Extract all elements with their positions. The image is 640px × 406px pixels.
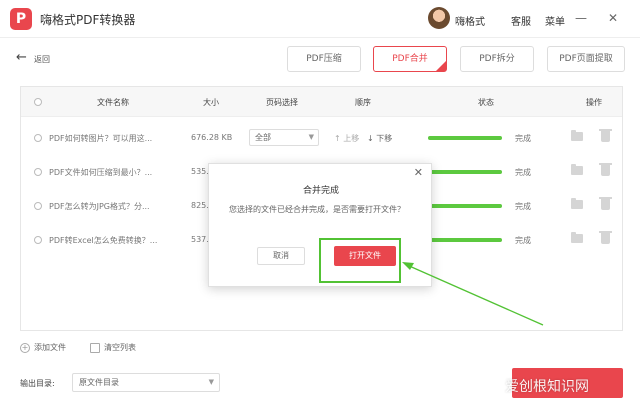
folder-icon[interactable] <box>571 130 583 141</box>
status-text: 完成 <box>515 134 531 143</box>
file-name: PDF如何转图片？可以用这... <box>49 134 153 143</box>
row-radio[interactable] <box>34 202 42 210</box>
row-radio[interactable] <box>34 134 42 142</box>
page-range-value: 全部 <box>255 133 271 142</box>
user-name[interactable]: 嗨格式 <box>455 13 485 28</box>
header-order: 顺序 <box>355 98 371 107</box>
tab-pdf-merge[interactable]: PDF合并 <box>373 46 447 72</box>
dialog-message: 您选择的文件已经合并完成，是否需要打开文件？ <box>229 205 405 214</box>
add-file-label: 添加文件 <box>34 343 66 352</box>
output-dir-select[interactable]: 原文件目录 ▼ <box>72 373 220 392</box>
customer-service-link[interactable]: 客服 <box>511 13 531 28</box>
tab-pdf-merge-label: PDF合并 <box>392 54 428 64</box>
tab-pdf-compress[interactable]: PDF压缩 <box>287 46 361 72</box>
output-dir-label: 输出目录: <box>20 379 55 388</box>
tab-pdf-page-extract[interactable]: PDF页面提取 <box>547 46 625 72</box>
folder-icon[interactable] <box>571 198 583 209</box>
file-name: PDF转Excel怎么免费转换？... <box>49 236 158 245</box>
table-header: 文件名称 大小 页码选择 顺序 状态 操作 <box>21 87 622 117</box>
move-down-button[interactable]: ↓ 下移 <box>367 133 392 144</box>
move-up-button[interactable]: ↑ 上移 <box>334 133 359 144</box>
clear-list-label: 清空列表 <box>104 343 136 352</box>
progress-fill <box>428 136 502 140</box>
menu-link[interactable]: 菜单 <box>545 13 565 28</box>
status-text: 完成 <box>515 236 531 245</box>
header-actions: 操作 <box>586 98 602 107</box>
output-dir-value: 原文件目录 <box>79 378 119 387</box>
file-name: PDF怎么转为JPG格式？分... <box>49 202 150 211</box>
row-radio[interactable] <box>34 168 42 176</box>
progress-bar <box>428 170 502 174</box>
back-label: 返回 <box>34 55 50 64</box>
progress-bar <box>428 136 502 140</box>
header-size: 大小 <box>203 98 219 107</box>
highlight-box <box>319 238 401 283</box>
page-range-select[interactable]: 全部 ▼ <box>249 129 319 146</box>
file-size: 825. <box>191 201 209 210</box>
progress-bar <box>428 238 502 242</box>
table-row: PDF如何转图片？可以用这... 676.28 KB 全部 ▼ ↑ 上移 ↓ 下… <box>21 121 622 155</box>
progress-bar <box>428 204 502 208</box>
status-text: 完成 <box>515 168 531 177</box>
title-bar: P 嗨格式PDF转换器 嗨格式 客服 菜单 — ✕ <box>0 0 640 38</box>
trash-icon <box>90 342 100 353</box>
add-file-button[interactable]: + 添加文件 <box>20 342 66 353</box>
progress-fill <box>428 170 502 174</box>
dialog-close-icon[interactable]: ✕ <box>414 166 423 179</box>
progress-fill <box>428 204 502 208</box>
active-corner-icon <box>436 61 446 71</box>
back-arrow-icon: ← <box>16 50 27 65</box>
app-title: 嗨格式PDF转换器 <box>40 13 136 27</box>
header-status: 状态 <box>478 98 494 107</box>
app-logo-icon: P <box>10 8 32 30</box>
trash-icon[interactable] <box>599 129 612 142</box>
chevron-down-icon: ▼ <box>308 133 314 141</box>
folder-icon[interactable] <box>571 164 583 175</box>
dialog-title: 合并完成 <box>302 186 339 196</box>
trash-icon[interactable] <box>599 163 612 176</box>
plus-icon: + <box>20 342 30 353</box>
folder-icon[interactable] <box>571 232 583 243</box>
chevron-down-icon: ▼ <box>208 378 214 386</box>
file-name: PDF文件如何压缩到最小？... <box>49 168 153 177</box>
cancel-button[interactable]: 取消 <box>257 247 305 265</box>
file-size: 676.28 KB <box>191 133 233 142</box>
close-window-button[interactable]: ✕ <box>604 9 622 27</box>
progress-fill <box>428 238 502 242</box>
watermark: 爱创根知识网 <box>505 379 589 395</box>
user-avatar[interactable] <box>428 7 450 29</box>
file-size: 537. <box>191 235 209 244</box>
row-radio[interactable] <box>34 236 42 244</box>
select-all-radio[interactable] <box>34 98 42 106</box>
tab-pdf-split[interactable]: PDF拆分 <box>460 46 534 72</box>
header-file-name: 文件名称 <box>97 98 129 107</box>
file-size: 535. <box>191 167 209 176</box>
status-text: 完成 <box>515 202 531 211</box>
minimize-button[interactable]: — <box>572 9 590 27</box>
trash-icon[interactable] <box>599 197 612 210</box>
clear-list-button[interactable]: 清空列表 <box>90 342 136 353</box>
header-page-select: 页码选择 <box>266 98 298 107</box>
trash-icon[interactable] <box>599 231 612 244</box>
